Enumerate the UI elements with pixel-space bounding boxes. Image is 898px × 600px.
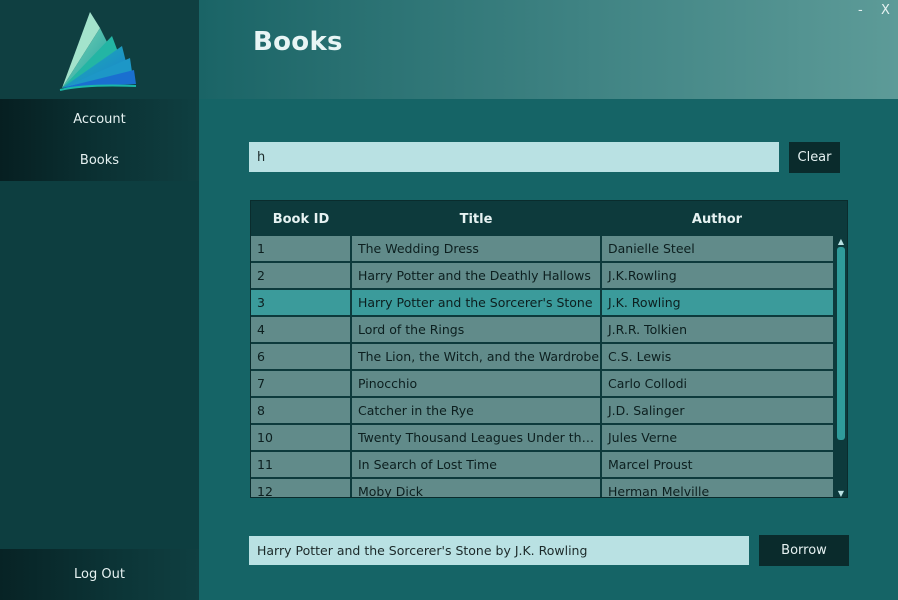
- logout-label: Log Out: [74, 567, 125, 582]
- cell-book-id: 1: [251, 236, 352, 263]
- cell-title: In Search of Lost Time: [352, 452, 602, 479]
- selected-book-field[interactable]: [249, 536, 749, 565]
- cell-author: Jules Verne: [602, 425, 833, 452]
- column-header-book-id[interactable]: Book ID: [251, 201, 351, 237]
- cell-title: Moby Dick: [352, 479, 602, 497]
- page-title: Books: [253, 27, 343, 57]
- cell-title: Pinocchio: [352, 371, 602, 398]
- logout-button[interactable]: Log Out: [0, 549, 199, 600]
- sidebar-item-label: Books: [79, 153, 120, 168]
- book-pages-logo-icon: [59, 12, 137, 91]
- cell-book-id: 12: [251, 479, 352, 497]
- cell-book-id: 8: [251, 398, 352, 425]
- sidebar-item-account[interactable]: Account: [0, 99, 199, 140]
- cell-title: Catcher in the Rye: [352, 398, 602, 425]
- column-header-author[interactable]: Author: [601, 201, 833, 237]
- cell-title: Twenty Thousand Leagues Under the Sea: [352, 425, 602, 452]
- table-row[interactable]: 10 Twenty Thousand Leagues Under the Sea…: [251, 425, 833, 452]
- cell-author: J.D. Salinger: [602, 398, 833, 425]
- cell-title: Lord of the Rings: [352, 317, 602, 344]
- cell-author: J.K.Rowling: [602, 263, 833, 290]
- scroll-down-arrow-icon[interactable]: ▼: [835, 488, 847, 498]
- table-row[interactable]: 2 Harry Potter and the Deathly Hallows J…: [251, 263, 833, 290]
- cell-book-id: 11: [251, 452, 352, 479]
- table-row[interactable]: 7 Pinocchio Carlo Collodi: [251, 371, 833, 398]
- table-row-selected[interactable]: 3 Harry Potter and the Sorcerer's Stone …: [251, 290, 833, 317]
- cell-author: Danielle Steel: [602, 236, 833, 263]
- table-row[interactable]: 12 Moby Dick Herman Melville: [251, 479, 833, 497]
- page-header: Books - X: [199, 0, 898, 99]
- cell-book-id: 7: [251, 371, 352, 398]
- search-input[interactable]: [249, 142, 779, 172]
- books-table: Book ID Title Author 1 The Wedding Dress…: [250, 200, 848, 498]
- cell-title: The Wedding Dress: [352, 236, 602, 263]
- logo-area: [0, 0, 199, 99]
- cell-author: C.S. Lewis: [602, 344, 833, 371]
- table-row[interactable]: 8 Catcher in the Rye J.D. Salinger: [251, 398, 833, 425]
- cell-author: J.K. Rowling: [602, 290, 833, 317]
- cell-book-id: 6: [251, 344, 352, 371]
- table-row[interactable]: 6 The Lion, the Witch, and the Wardrobe …: [251, 344, 833, 371]
- table-body: 1 The Wedding Dress Danielle Steel 2 Har…: [251, 236, 833, 497]
- cell-author: Carlo Collodi: [602, 371, 833, 398]
- cell-title: Harry Potter and the Deathly Hallows: [352, 263, 602, 290]
- sidebar: Account Books Log Out: [0, 0, 199, 600]
- sidebar-item-books[interactable]: Books: [0, 140, 199, 181]
- cell-author: Marcel Proust: [602, 452, 833, 479]
- scrollbar-thumb[interactable]: [837, 247, 845, 440]
- close-button[interactable]: X: [881, 3, 890, 18]
- cell-book-id: 2: [251, 263, 352, 290]
- cell-title: Harry Potter and the Sorcerer's Stone: [352, 290, 602, 317]
- sidebar-nav: Account Books: [0, 99, 199, 181]
- table-row[interactable]: 4 Lord of the Rings J.R.R. Tolkien: [251, 317, 833, 344]
- table-header: Book ID Title Author: [251, 201, 847, 237]
- scroll-up-arrow-icon[interactable]: ▲: [835, 236, 847, 246]
- minimize-button[interactable]: -: [858, 3, 863, 18]
- cell-book-id: 3: [251, 290, 352, 317]
- table-row[interactable]: 11 In Search of Lost Time Marcel Proust: [251, 452, 833, 479]
- cell-book-id: 10: [251, 425, 352, 452]
- borrow-button[interactable]: Borrow: [759, 535, 849, 566]
- table-scrollbar[interactable]: ▲ ▼: [835, 236, 847, 498]
- cell-title: The Lion, the Witch, and the Wardrobe: [352, 344, 602, 371]
- cell-author: Herman Melville: [602, 479, 833, 497]
- table-row[interactable]: 1 The Wedding Dress Danielle Steel: [251, 236, 833, 263]
- cell-author: J.R.R. Tolkien: [602, 317, 833, 344]
- column-header-title[interactable]: Title: [351, 201, 601, 237]
- cell-book-id: 4: [251, 317, 352, 344]
- clear-button[interactable]: Clear: [789, 142, 840, 173]
- sidebar-item-label: Account: [73, 112, 126, 127]
